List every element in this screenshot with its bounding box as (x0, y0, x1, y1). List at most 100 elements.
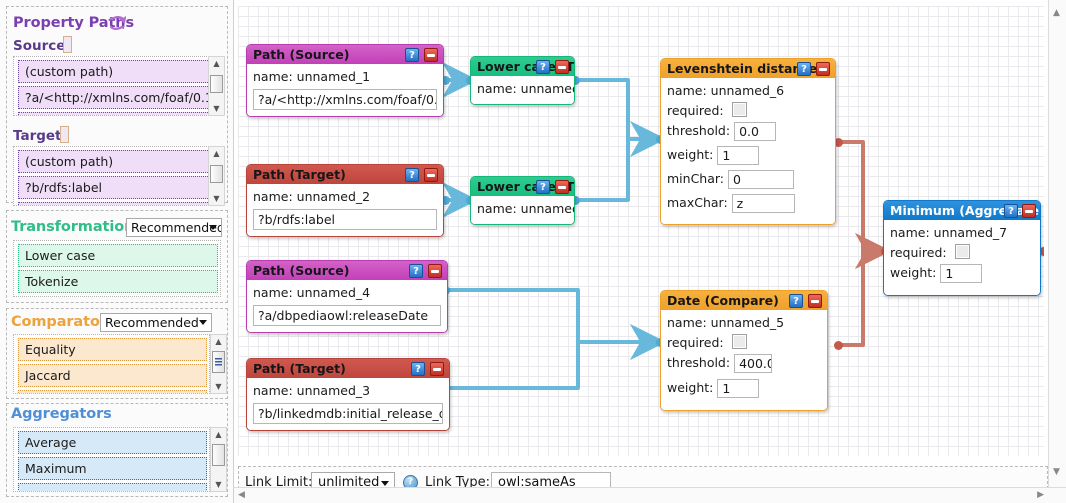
help-icon[interactable]: ? (789, 294, 803, 308)
node-levenshtein-6[interactable]: Levenshtein distance ? name: unnamed_6 r… (660, 58, 836, 225)
help-icon[interactable]: ? (1004, 204, 1018, 218)
node-header[interactable]: Minimum (Aggregate) ? (884, 201, 1040, 220)
scroll-thumb[interactable] (212, 351, 225, 373)
threshold-input[interactable]: 400.0 (734, 354, 773, 373)
node-lowercase-8[interactable]: Lower case (Transfo ? name: unnamed_8 (470, 56, 575, 105)
help-icon[interactable]: ? (536, 180, 550, 194)
output-port[interactable] (834, 341, 843, 350)
path-input[interactable]: ?b/rdfs:label (253, 209, 437, 230)
help-icon[interactable]: ? (536, 60, 550, 74)
delete-icon[interactable] (424, 168, 438, 182)
help-icon[interactable]: ? (411, 362, 425, 376)
node-lowercase-9[interactable]: Lower case (Transfo ? name: unnamed_9 (470, 176, 575, 225)
list-item[interactable]: (custom path) (18, 60, 218, 83)
list-item[interactable]: ?b/rdfs:label (18, 176, 218, 199)
path-input[interactable]: ?a/<http://xmlns.com/foaf/0.1/na (253, 89, 437, 110)
edge (575, 78, 666, 157)
node-path-source-4[interactable]: Path (Source) ? name: unnamed_4 ?a/dbped… (246, 260, 448, 333)
list-item[interactable]: (custom path) (18, 150, 218, 173)
node-header[interactable]: Path (Target) ? (247, 359, 449, 378)
path-input[interactable]: ?b/linkedmdb:initial_release_d (253, 403, 443, 424)
required-checkbox[interactable] (731, 102, 747, 117)
threshold-input[interactable]: 0.0 (734, 122, 777, 141)
required-checkbox[interactable] (954, 244, 970, 259)
scroll-down-arrow[interactable]: ▼ (209, 102, 224, 115)
source-paths-scrollbar[interactable]: ▲ ▼ (208, 56, 225, 116)
node-header[interactable]: Lower case (Transfo ? (471, 57, 574, 76)
canvas-grid[interactable]: Path (Source) ? name: unnamed_1 ?a/<http… (238, 6, 1044, 456)
list-item[interactable]: Equality (18, 338, 207, 361)
scroll-down-arrow[interactable]: ▼ (211, 380, 226, 393)
target-paths-scrollbar[interactable]: ▲ ▼ (208, 146, 225, 206)
comparators-listbox[interactable]: Equality Jaccard (13, 334, 210, 394)
delete-icon[interactable] (555, 60, 569, 74)
delete-icon[interactable] (424, 48, 438, 62)
delete-icon[interactable] (808, 294, 822, 308)
help-icon[interactable]: ? (797, 62, 811, 76)
node-header[interactable]: Date (Compare) ? (661, 291, 827, 310)
scroll-thumb[interactable] (212, 444, 225, 466)
list-item[interactable]: Maximum (18, 457, 207, 480)
canvas-horizontal-scrollbar[interactable]: ◀ ▶ (234, 487, 1066, 503)
node-path-source-1[interactable]: Path (Source) ? name: unnamed_1 ?a/<http… (246, 44, 444, 117)
node-header[interactable]: Lower case (Transfo ? (471, 177, 574, 196)
node-body: name: unnamed_4 ?a/dbpediaowl:releaseDat… (247, 280, 447, 332)
scroll-down-arrow[interactable]: ▼ (211, 478, 226, 491)
node-header[interactable]: Levenshtein distance ? (661, 59, 835, 78)
scroll-down-arrow[interactable]: ▼ (209, 192, 224, 205)
list-item-partial[interactable] (18, 483, 207, 491)
aggregators-listbox[interactable]: Average Maximum (13, 427, 210, 492)
path-input[interactable]: ?a/dbpediaowl:releaseDate (253, 305, 441, 326)
help-icon[interactable]: ? (405, 48, 419, 62)
node-header[interactable]: Path (Target) ? (247, 165, 443, 184)
scroll-up-arrow[interactable]: ▲ (211, 335, 226, 348)
list-item[interactable]: Lower case (18, 244, 218, 267)
swap-arrows-icon[interactable] (108, 14, 127, 32)
list-item[interactable]: Tokenize (18, 270, 218, 293)
list-item[interactable]: ?a/<http://xmlns.com/foaf/0.1/na (18, 86, 218, 109)
node-header[interactable]: Path (Source) ? (247, 261, 447, 280)
list-item-partial[interactable] (18, 390, 207, 393)
scroll-up-arrow[interactable]: ▲ (209, 57, 224, 70)
node-header[interactable]: Path (Source) ? (247, 45, 443, 64)
node-date-5[interactable]: Date (Compare) ? name: unnamed_5 require… (660, 290, 828, 411)
delete-icon[interactable] (430, 362, 444, 376)
list-item-partial[interactable] (18, 202, 218, 205)
scroll-up-arrow[interactable]: ▲ (1053, 8, 1060, 18)
scroll-thumb[interactable] (210, 165, 223, 183)
delete-icon[interactable] (555, 180, 569, 194)
list-item[interactable]: Jaccard (18, 364, 207, 387)
delete-icon[interactable] (1022, 204, 1036, 218)
list-item[interactable]: Average (18, 431, 207, 454)
maxchar-input[interactable]: z (731, 194, 795, 213)
minchar-input[interactable]: 0 (728, 170, 794, 189)
scroll-up-arrow[interactable]: ▲ (209, 147, 224, 160)
scroll-left-arrow[interactable]: ◀ (238, 490, 245, 500)
delete-icon[interactable] (816, 62, 830, 76)
transformations-filter-select[interactable]: Recommended (126, 218, 222, 237)
transformations-listbox[interactable]: Lower case Tokenize (13, 240, 221, 297)
delete-icon[interactable] (428, 264, 442, 278)
node-path-target-3[interactable]: Path (Target) ? name: unnamed_3 ?b/linke… (246, 358, 450, 431)
rule-canvas[interactable]: Path (Source) ? name: unnamed_1 ?a/<http… (234, 0, 1066, 503)
node-path-target-2[interactable]: Path (Target) ? name: unnamed_2 ?b/rdfs:… (246, 164, 444, 237)
scroll-thumb[interactable] (210, 75, 223, 93)
scroll-right-arrow[interactable]: ▶ (1037, 490, 1044, 500)
help-icon[interactable]: ? (405, 168, 419, 182)
required-label: required: (667, 335, 724, 350)
source-paths-listbox[interactable]: (custom path) ?a/<http://xmlns.com/foaf/… (13, 56, 221, 116)
node-minimum-7[interactable]: Minimum (Aggregate) ? name: unnamed_7 re… (883, 200, 1041, 296)
weight-input[interactable]: 1 (717, 379, 760, 398)
comparators-filter-select[interactable]: Recommended (100, 313, 212, 332)
comparators-scrollbar[interactable]: ▲ ▼ (210, 334, 227, 394)
help-icon[interactable]: ? (409, 264, 423, 278)
required-checkbox[interactable] (731, 334, 747, 349)
weight-input[interactable]: 1 (717, 146, 760, 165)
target-paths-listbox[interactable]: (custom path) ?b/rdfs:label (13, 146, 221, 206)
aggregators-scrollbar[interactable]: ▲ ▼ (210, 427, 227, 492)
canvas-vertical-scrollbar[interactable]: ▲ ▼ (1048, 0, 1066, 487)
scroll-up-arrow[interactable]: ▲ (211, 428, 226, 441)
list-item-partial[interactable] (18, 112, 218, 115)
scroll-down-arrow[interactable]: ▼ (1053, 467, 1060, 477)
weight-input[interactable]: 1 (940, 264, 983, 283)
